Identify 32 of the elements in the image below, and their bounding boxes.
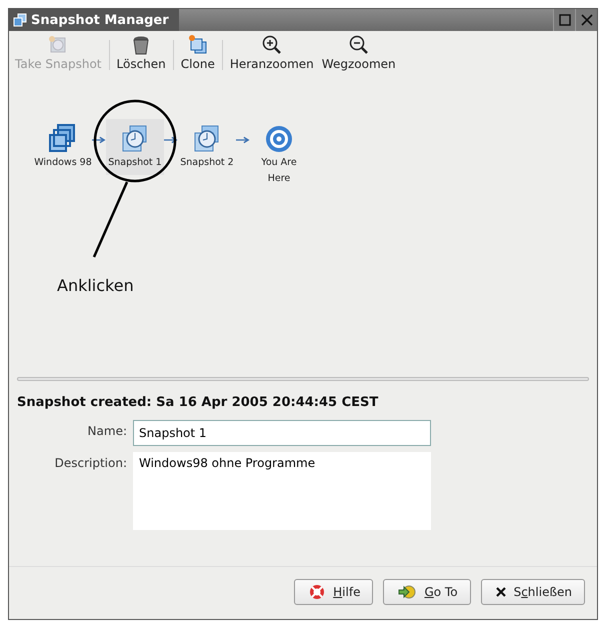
goto-button[interactable]: Go To — [383, 579, 471, 605]
arrow — [236, 135, 250, 145]
close-button[interactable] — [575, 9, 597, 31]
snapshot-node[interactable]: Snapshot 2 — [178, 119, 236, 175]
maximize-icon — [558, 14, 570, 26]
close-icon — [580, 14, 592, 26]
toolbar-button[interactable]: Clone — [176, 34, 219, 71]
maximize-button[interactable] — [553, 9, 575, 31]
description-label: Description: — [54, 455, 127, 470]
toolbar-button[interactable]: Wegzoomen — [318, 34, 400, 71]
app-icon — [13, 13, 27, 27]
toolbar-button[interactable]: Löschen — [112, 34, 170, 71]
zoom-out-icon — [348, 34, 370, 56]
zoom-in-icon — [260, 34, 283, 56]
snapshot-node[interactable]: Windows 98 — [34, 119, 92, 175]
arrow — [164, 135, 178, 145]
close-button[interactable]: Schließen — [480, 579, 585, 605]
go-arrow-icon — [398, 585, 416, 599]
snapshot-created-heading: Snapshot created: Sa 16 Apr 2005 20:44:45 CEST — [16, 394, 380, 412]
clone-icon — [186, 34, 209, 56]
close-icon — [496, 587, 506, 597]
snapshot-node[interactable]: You Are Here — [250, 119, 308, 191]
window-title: Snapshot Manager — [31, 12, 169, 28]
toolbar-button[interactable]: Heranzoomen — [226, 34, 318, 71]
name-field[interactable]: Snapshot 1 — [133, 420, 431, 446]
help-button[interactable]: Hilfe — [294, 579, 374, 605]
annotation-text: Anklicken — [57, 276, 134, 295]
description-field[interactable]: Windows98 ohne Programme — [133, 452, 431, 530]
name-label: Name: — [86, 423, 127, 438]
snapshot-node[interactable]: Snapshot 1 — [106, 119, 164, 175]
life-ring-icon — [309, 584, 326, 600]
arrow — [92, 135, 106, 145]
